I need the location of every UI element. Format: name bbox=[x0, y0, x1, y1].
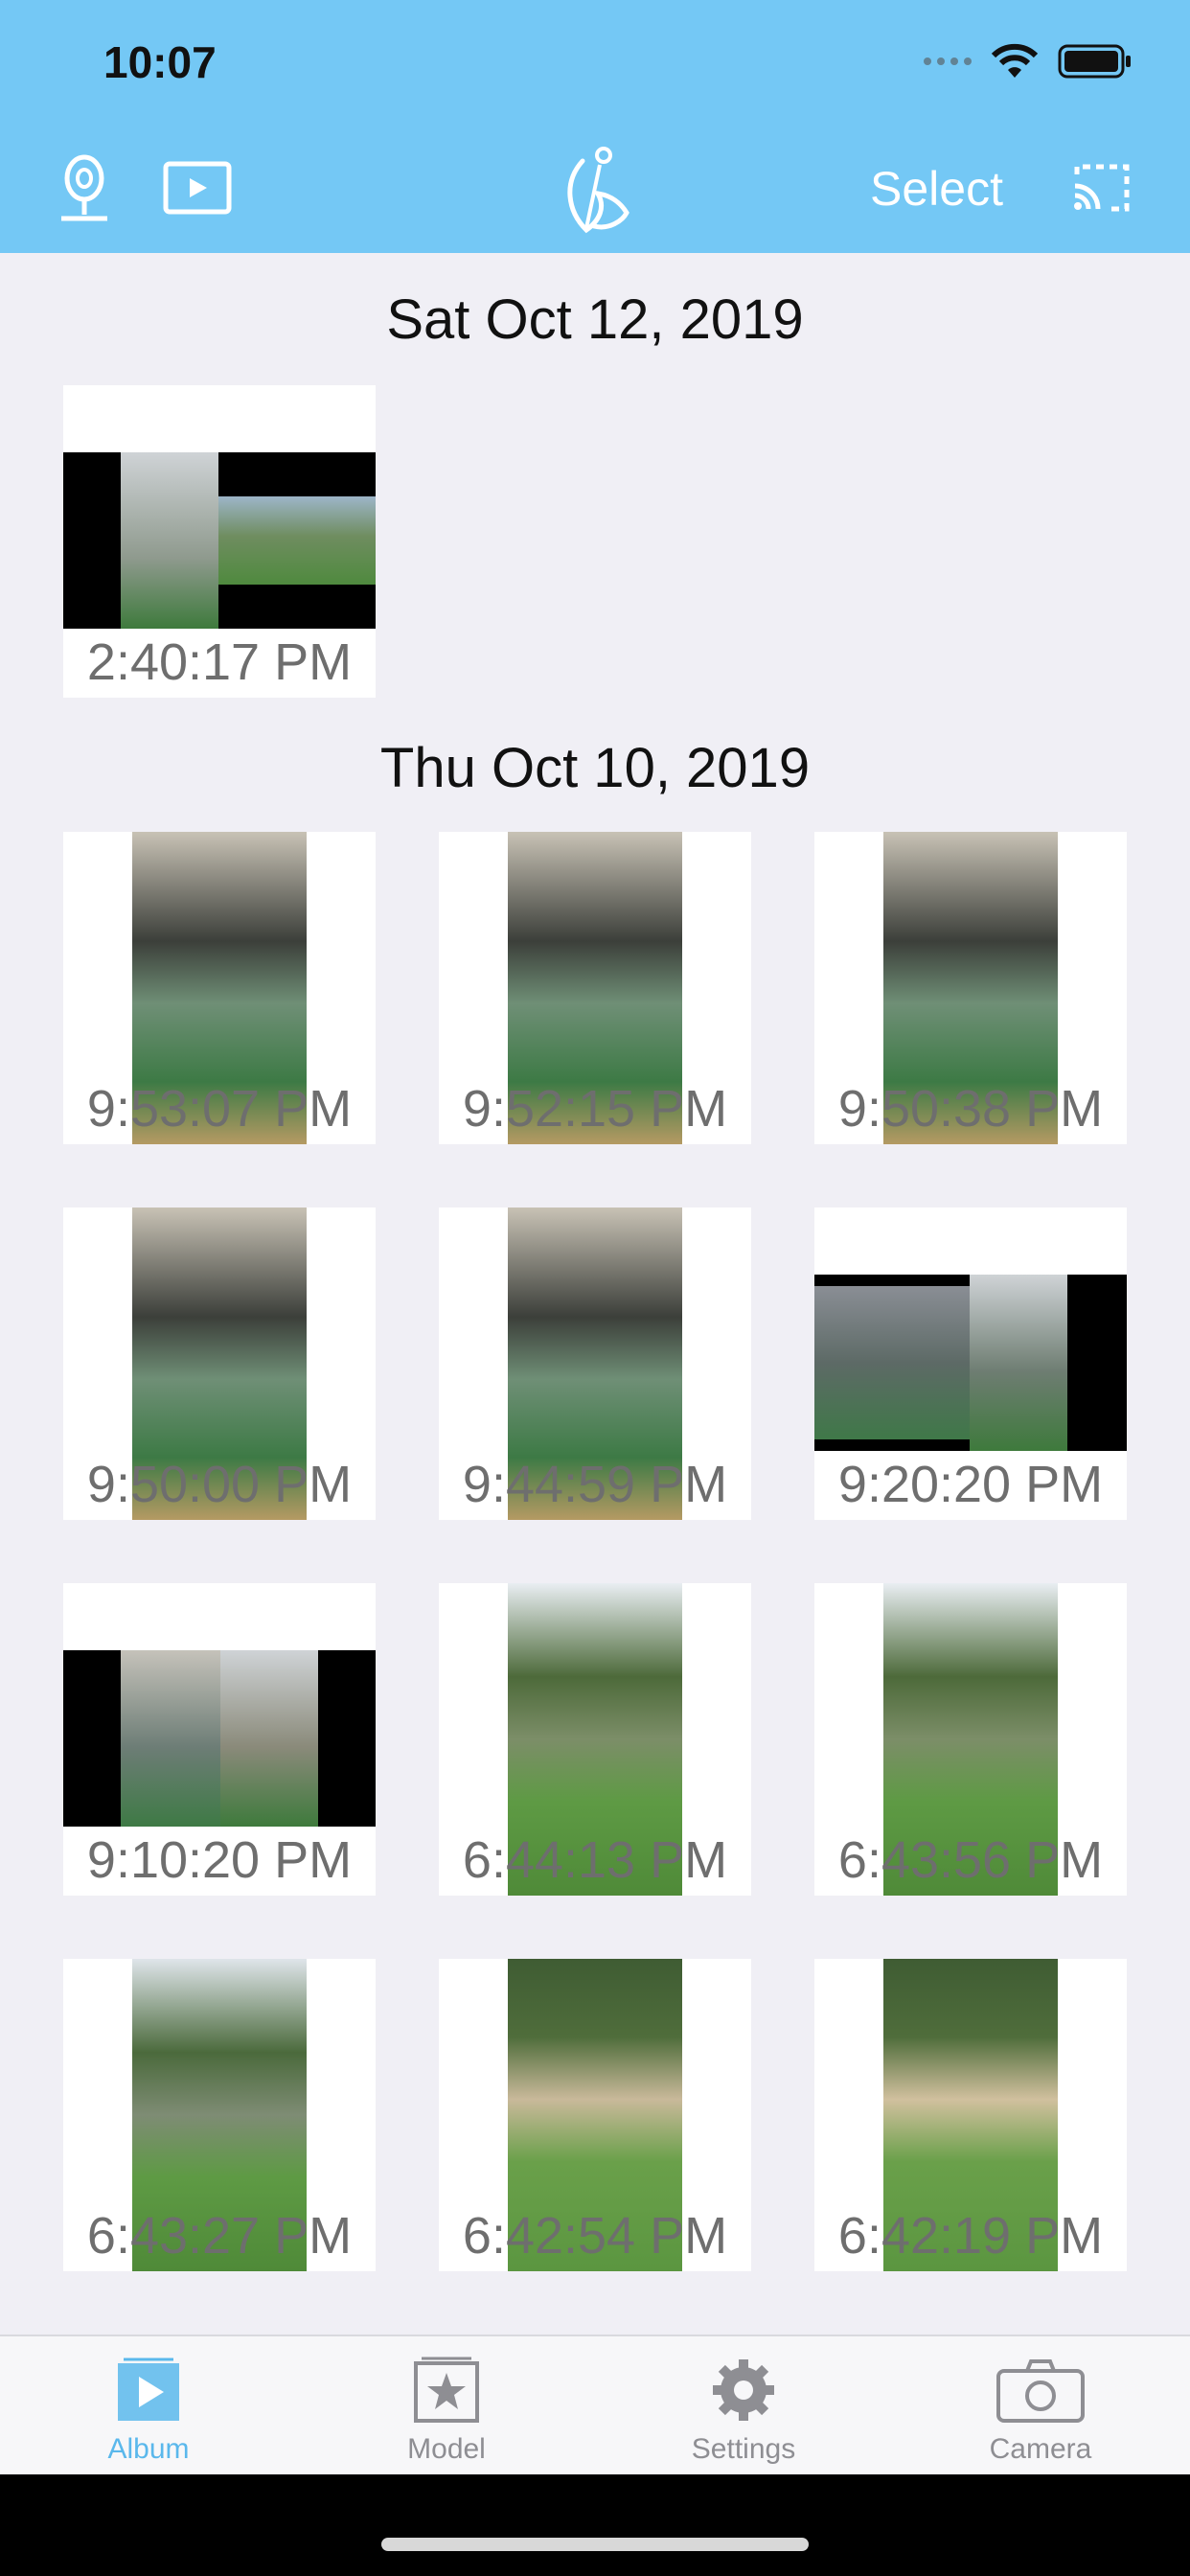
tab-label: Camera bbox=[989, 2433, 1092, 2465]
thumbnail-time: 9:20:20 PM bbox=[837, 1456, 1104, 1513]
tab-model[interactable]: Model bbox=[351, 2356, 542, 2466]
status-indicators bbox=[924, 42, 1133, 80]
thumbnail-time: 9:52:15 PM bbox=[462, 1080, 728, 1138]
thumbnail-time: 9:50:00 PM bbox=[86, 1456, 353, 1513]
video-thumbnail[interactable]: 9:53:07 PM bbox=[63, 832, 376, 1144]
tab-label: Model bbox=[407, 2433, 486, 2465]
video-preview bbox=[63, 452, 376, 629]
thumbnail-time: 2:40:17 PM bbox=[86, 633, 353, 691]
status-time: 10:07 bbox=[103, 37, 217, 87]
tab-camera[interactable]: Camera bbox=[945, 2356, 1136, 2466]
home-area bbox=[0, 2474, 1190, 2576]
video-thumbnail[interactable]: 2:40:17 PM bbox=[63, 385, 376, 698]
section-date-heading: Sat Oct 12, 2019 bbox=[386, 288, 804, 351]
star-frame-icon bbox=[414, 2357, 479, 2423]
tab-label: Settings bbox=[691, 2433, 796, 2465]
gear-icon bbox=[713, 2359, 774, 2421]
video-thumbnail[interactable]: 9:44:59 PM bbox=[439, 1208, 751, 1520]
golfer-logo-icon bbox=[554, 144, 636, 241]
video-thumbnail[interactable]: 9:50:00 PM bbox=[63, 1208, 376, 1520]
thumbnail-time: 9:53:07 PM bbox=[86, 1080, 353, 1138]
camera-icon bbox=[996, 2359, 1085, 2423]
video-thumbnail[interactable]: 6:43:56 PM bbox=[814, 1583, 1127, 1896]
album-grid: Sat Oct 12, 2019 2:40:17 PM Thu Oct 10, … bbox=[0, 253, 1190, 2334]
thumbnail-time: 9:10:20 PM bbox=[86, 1831, 353, 1889]
tab-label: Album bbox=[107, 2433, 190, 2465]
video-preview bbox=[63, 1650, 376, 1827]
tab-settings[interactable]: Settings bbox=[648, 2356, 839, 2466]
video-thumbnail[interactable]: 6:44:13 PM bbox=[439, 1583, 751, 1896]
video-thumbnail[interactable]: 6:42:54 PM bbox=[439, 1959, 751, 2271]
top-header: 10:07 Select bbox=[0, 0, 1190, 253]
video-thumbnail[interactable]: 6:42:19 PM bbox=[814, 1959, 1127, 2271]
video-thumbnail[interactable]: 9:10:20 PM bbox=[63, 1583, 376, 1896]
video-thumbnail[interactable]: 6:43:27 PM bbox=[63, 1959, 376, 2271]
video-thumbnail[interactable]: 9:20:20 PM bbox=[814, 1208, 1127, 1520]
tab-bar: Album Model Settings Camera bbox=[0, 2334, 1190, 2476]
thumbnail-time: 6:42:19 PM bbox=[837, 2207, 1104, 2265]
thumbnail-time: 9:44:59 PM bbox=[462, 1456, 728, 1513]
thumbnail-time: 6:42:54 PM bbox=[462, 2207, 728, 2265]
select-button[interactable]: Select bbox=[870, 161, 1003, 217]
tab-album[interactable]: Album bbox=[53, 2356, 244, 2466]
video-thumbnail[interactable]: 9:52:15 PM bbox=[439, 832, 751, 1144]
wifi-icon bbox=[991, 43, 1039, 78]
play-rect-icon[interactable] bbox=[163, 161, 232, 219]
signal-icon bbox=[924, 58, 972, 65]
play-square-icon bbox=[118, 2358, 179, 2421]
thumbnail-time: 6:44:13 PM bbox=[462, 1831, 728, 1889]
section-date-heading: Thu Oct 10, 2019 bbox=[379, 737, 811, 799]
cast-icon[interactable] bbox=[1071, 161, 1133, 219]
thumbnail-time: 9:50:38 PM bbox=[837, 1080, 1104, 1138]
thumbnail-time: 6:43:56 PM bbox=[837, 1831, 1104, 1889]
video-preview bbox=[814, 1275, 1127, 1451]
thumbnail-time: 6:43:27 PM bbox=[86, 2207, 353, 2265]
video-thumbnail[interactable]: 9:50:38 PM bbox=[814, 832, 1127, 1144]
webcam-icon[interactable] bbox=[56, 153, 113, 227]
home-indicator[interactable] bbox=[381, 2538, 809, 2551]
battery-icon bbox=[1058, 44, 1131, 79]
